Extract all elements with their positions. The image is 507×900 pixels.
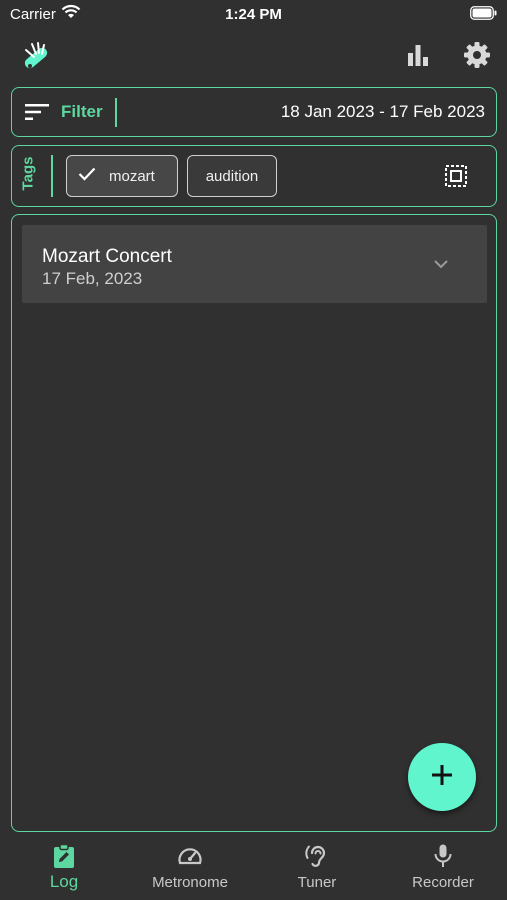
nav-item-recorder[interactable]: Recorder [380,838,506,900]
nav-label: Tuner [297,874,337,891]
tags-bar: Tags mozart audition [11,145,497,207]
log-list: Mozart Concert 17 Feb, 2023 [11,214,497,832]
tag-chip-label: mozart [109,167,155,185]
status-time: 1:24 PM [225,6,282,23]
nav-item-metronome[interactable]: Metronome [127,838,253,900]
entry-title: Mozart Concert [42,246,172,267]
tags-label: Tags [19,156,37,191]
ear-icon [305,845,326,867]
nav-label: Recorder [412,874,474,891]
clipboard-edit-icon [54,843,74,868]
nav-label: Metronome [152,874,228,891]
tag-chip-label: audition [205,167,259,185]
speedometer-icon [178,848,202,865]
bar-chart-icon[interactable] [405,42,431,73]
check-icon [78,167,96,185]
filter-list-icon [25,103,49,126]
log-entry[interactable]: Mozart Concert 17 Feb, 2023 [22,225,487,303]
microphone-icon [434,844,452,867]
chevron-down-icon[interactable] [433,256,449,274]
battery-icon [470,6,497,25]
entry-date: 17 Feb, 2023 [42,269,143,288]
nav-item-tuner[interactable]: Tuner [254,838,380,900]
add-entry-button[interactable] [408,743,476,811]
select-all-icon[interactable] [444,164,468,193]
filter-label: Filter [61,102,103,121]
tag-chip-mozart[interactable]: mozart [66,155,178,197]
nav-item-log[interactable]: Log [1,838,127,900]
filter-bar[interactable]: Filter 18 Jan 2023 - 17 Feb 2023 [11,87,497,137]
bottom-nav: Log Metronome Tuner Recorder [0,838,507,900]
gear-icon[interactable] [463,41,491,74]
nav-label: Log [49,872,79,891]
tag-chip-audition[interactable]: audition [187,155,277,197]
date-range[interactable]: 18 Jan 2023 - 17 Feb 2023 [281,102,485,122]
swiss-knife-icon [18,40,52,79]
tags-divider [51,155,53,197]
plus-icon [431,764,453,791]
status-bar: Carrier 1:24 PM [0,0,507,28]
filter-divider [115,98,117,127]
